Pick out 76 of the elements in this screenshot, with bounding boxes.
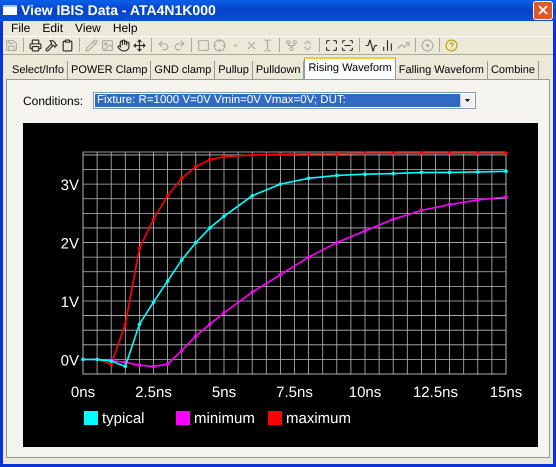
point [306,176,310,180]
point [194,240,198,244]
tab[interactable]: Rising Waveform [304,57,396,79]
point [222,310,226,314]
point [138,322,142,326]
point [278,152,282,156]
point [504,195,508,199]
point [504,169,508,174]
point [504,151,508,155]
legend-label: maximum [286,410,352,427]
point [250,194,254,198]
legend-label: minimum [194,410,255,427]
point [152,217,156,221]
point [335,152,339,156]
point [448,170,452,174]
point [166,194,170,198]
point [138,246,142,250]
point [391,217,395,221]
point [222,214,226,218]
y-tick-label: 2V [60,236,79,253]
point [391,172,395,176]
point [180,258,184,262]
point [448,202,452,206]
y-tick-label: 1V [60,294,79,311]
x-tick-label: 10ns [348,384,382,401]
y-tick-label: 3V [60,177,79,194]
point [363,229,367,233]
point [448,151,452,155]
point [109,362,113,366]
point [180,176,184,180]
point [278,182,282,186]
x-tick-label: 5ns [212,384,236,401]
x-tick-label: 0ns [70,384,96,401]
point [391,151,395,155]
window-title: View IBIS Data - ATA4N1K000 [21,2,216,18]
x-tick-label: 2.5ns [135,384,172,401]
point [363,172,367,176]
point [194,334,198,338]
conditions-label: Conditions: [23,94,84,108]
point [180,348,184,352]
menu-item[interactable]: Help [106,21,144,36]
point [420,151,424,155]
point [166,362,170,366]
point [250,290,254,294]
point [194,164,198,168]
point [208,226,212,230]
menu-item[interactable]: View [69,21,107,36]
point [152,364,156,368]
legend-label: typical [102,410,145,427]
point [476,151,480,155]
point [335,174,339,178]
menu-item[interactable]: Edit [36,21,70,36]
point [420,170,424,174]
x-tick-label: 15ns [490,384,522,401]
point [124,364,128,368]
point [152,300,156,304]
point [476,170,480,174]
x-tick-label: 7.5ns [276,384,313,401]
point [476,198,480,202]
point [166,279,170,283]
menu-item[interactable]: File [5,21,36,36]
point [306,152,310,156]
x-tick-label: 12.5ns [412,384,458,401]
point [222,154,226,158]
point [278,272,282,276]
point [363,151,367,155]
point [208,158,212,162]
y-tick-label: 0V [60,352,79,370]
point [250,153,254,157]
point [208,322,212,326]
conditions-dropdown[interactable]: Fixture: R=1000 V=0V Vmin=0V Vmax=0V; DUT: [93,92,476,109]
point [420,208,424,212]
point [124,322,128,326]
point [138,363,142,368]
point [306,255,310,259]
point [335,240,339,244]
